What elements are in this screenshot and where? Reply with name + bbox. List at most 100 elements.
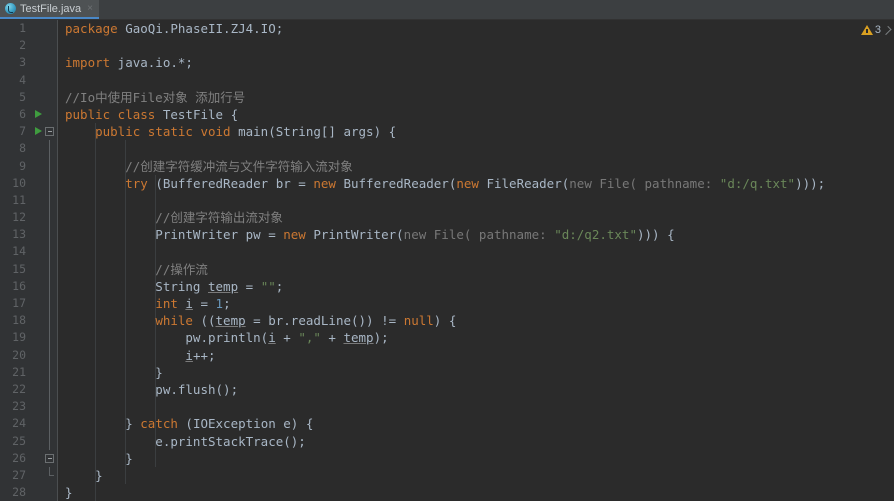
code-line[interactable]: }	[58, 467, 894, 484]
line-number: 2	[19, 38, 26, 53]
fold-region-line	[49, 432, 50, 450]
chevron-icon[interactable]	[883, 26, 892, 35]
fold-region-line	[49, 209, 50, 227]
line-number: 19	[12, 330, 26, 345]
gutter-line: 2	[0, 37, 44, 54]
code-token: package	[65, 21, 118, 36]
fold-line	[44, 466, 57, 484]
run-gutter-icon[interactable]	[35, 127, 42, 136]
code-editor[interactable]: 1 2 3 4 5 6 7 8 9 10 11 12 13 14 15 16 17 18 19 20 21 22 23 24 2…	[0, 20, 894, 501]
fold-line	[44, 432, 57, 450]
fold-region-line	[49, 295, 50, 313]
collapse-icon[interactable]	[45, 453, 54, 463]
code-line[interactable]: e.printStackTrace();	[58, 433, 894, 450]
code-line[interactable]: pw.println(i + "," + temp);	[58, 329, 894, 346]
fold-line	[44, 363, 57, 381]
code-token: PrintWriter(	[305, 227, 404, 243]
code-token: ""	[260, 278, 276, 294]
code-token: BufferedReader(	[335, 175, 457, 191]
fold-region-line	[49, 140, 50, 158]
code-token: "d:/q.txt"	[719, 175, 796, 191]
inspection-status-widget[interactable]: 3	[860, 24, 892, 36]
line-number: 7	[19, 124, 26, 139]
code-line[interactable]	[58, 398, 894, 415]
gutter-line: 10	[0, 175, 44, 192]
fold-region-end	[49, 466, 54, 476]
fold-region-line	[49, 260, 50, 278]
code-line[interactable]: PrintWriter pw = new PrintWriter(new Fil…	[58, 226, 894, 243]
code-token: FileReader(	[478, 175, 570, 191]
collapse-icon[interactable]	[45, 127, 54, 137]
code-token: ))) {	[637, 227, 675, 243]
line-number: 22	[12, 381, 26, 396]
code-token: main(String[] args) {	[230, 124, 397, 140]
gutter-line: 28	[0, 484, 44, 501]
code-token: (IOException e) {	[177, 416, 314, 432]
code-token: null	[403, 313, 434, 329]
close-icon[interactable]: ×	[85, 3, 93, 14]
code-line[interactable]: String temp = "";	[58, 278, 894, 295]
code-token: 1	[215, 296, 224, 311]
fold-line	[44, 157, 57, 175]
code-token: ;	[275, 278, 284, 294]
code-line[interactable]: public class TestFile {	[58, 106, 894, 123]
fold-line	[44, 140, 57, 158]
code-token: TestFile {	[155, 106, 239, 122]
gutter-line: 9	[0, 158, 44, 175]
code-line[interactable]: try (BufferedReader br = new BufferedRea…	[58, 175, 894, 192]
code-token: temp	[208, 278, 239, 294]
code-line[interactable]: //操作流	[58, 261, 894, 278]
code-line[interactable]: pw.flush();	[58, 381, 894, 398]
code-line[interactable]: while ((temp = br.readLine()) != null) {	[58, 312, 894, 329]
code-token: ++;	[192, 347, 216, 363]
fold-region-line	[49, 329, 50, 347]
code-line[interactable]: //Io中使用File对象 添加行号	[58, 89, 894, 106]
code-token: "d:/q2.txt"	[554, 227, 637, 243]
code-line[interactable]: //创建字符输出流对象	[58, 209, 894, 226]
code-folding-gutter[interactable]	[44, 20, 58, 501]
fold-line	[44, 450, 57, 467]
fold-line	[44, 174, 57, 192]
code-token: //Io中使用File对象 添加行号	[65, 89, 246, 105]
code-line[interactable]	[58, 72, 894, 89]
code-line[interactable]	[58, 192, 894, 209]
code-token: i	[268, 330, 276, 346]
code-line[interactable]	[58, 243, 894, 260]
fold-line	[44, 380, 57, 399]
code-line[interactable]: public static void main(String[] args) {	[58, 123, 894, 140]
tab-testfile-java[interactable]: TestFile.java ×	[0, 0, 99, 19]
code-line[interactable]: package GaoQi.PhaseII.ZJ4.IO;	[58, 20, 894, 37]
gutter-line: 20	[0, 347, 44, 364]
run-gutter-icon[interactable]	[35, 109, 42, 118]
code-line[interactable]: }	[58, 450, 894, 467]
code-line[interactable]: i++;	[58, 347, 894, 364]
fold-line	[44, 191, 57, 210]
code-line[interactable]	[58, 37, 894, 54]
code-token: GaoQi.PhaseII.ZJ4.IO;	[117, 21, 284, 36]
code-token: int	[155, 296, 178, 311]
fold-line	[44, 312, 57, 330]
code-line[interactable]: }	[58, 484, 894, 501]
gutter-line: 11	[0, 192, 44, 209]
code-line[interactable]: int i = 1;	[58, 295, 894, 312]
line-number: 8	[19, 141, 26, 156]
code-token: i	[185, 296, 193, 311]
warning-triangle-icon	[860, 25, 873, 35]
code-line[interactable]: }	[58, 364, 894, 381]
code-token: public static void	[95, 124, 231, 140]
line-number: 26	[12, 450, 26, 465]
code-line[interactable]: } catch (IOException e) {	[58, 415, 894, 432]
code-line[interactable]	[58, 140, 894, 157]
code-content-area[interactable]: package GaoQi.PhaseII.ZJ4.IO; import jav…	[58, 20, 894, 501]
code-line[interactable]: //创建字符缓冲流与文件字符输入流对象	[58, 158, 894, 175]
fold-line	[44, 484, 57, 501]
gutter-line: 27	[0, 467, 44, 484]
fold-region-line	[49, 277, 50, 295]
code-token: = br.readLine()) !=	[245, 313, 404, 329]
code-line[interactable]: import java.io.*;	[58, 54, 894, 71]
fold-region-line	[49, 346, 50, 364]
